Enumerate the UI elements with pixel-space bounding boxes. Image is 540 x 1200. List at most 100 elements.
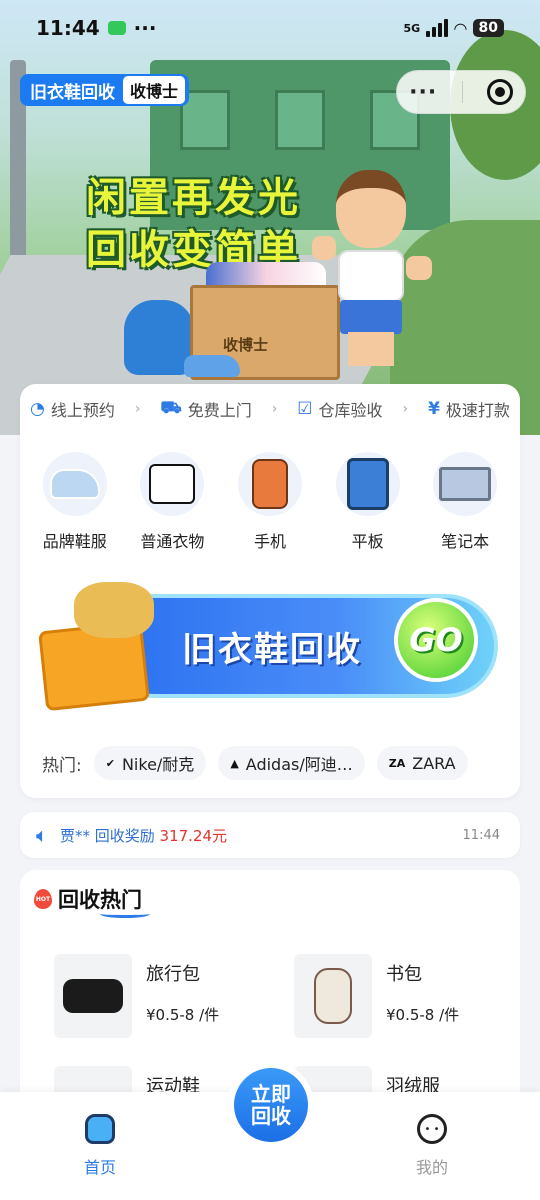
wifi-icon: ◠ [454, 18, 467, 38]
step-fast-payment: ¥ 极速打款 [428, 397, 510, 421]
mascot-head [336, 170, 406, 248]
mascot-arm [406, 256, 432, 280]
capsule-divider [461, 81, 463, 103]
category-brand-shoes[interactable]: 品牌鞋服 [28, 452, 122, 552]
main-card: ◔ 线上预约 › ⛟ 免费上门 › ☑ 仓库验收 › ¥ 极速打款 品牌鞋服 普… [20, 384, 520, 798]
tab-mine[interactable]: • • 我的 [382, 1114, 482, 1178]
signal-icon [426, 19, 449, 37]
category-row: 品牌鞋服 普通衣物 手机 平板 笔记本 [20, 452, 520, 552]
backpack-image [294, 954, 372, 1038]
app-name: 旧衣鞋回收 [30, 82, 115, 103]
sneaker-icon [42, 452, 107, 516]
status-time: 11:44 [36, 16, 100, 40]
brand-chip-label: ZARA [412, 753, 456, 773]
step-label: 线上预约 [50, 401, 115, 420]
status-bar: 11:44 ··· 5G ◠ 80 [0, 0, 540, 56]
brand-chip-nike[interactable]: ✔ Nike/耐克 [93, 746, 207, 780]
profile-face-icon: • • [417, 1114, 447, 1144]
brand-chip-label: Nike/耐克 [121, 755, 195, 774]
section-title: 回收热门 [58, 884, 150, 918]
hero-banner: 闲置再发光 回收变简单 收博士 [0, 0, 540, 435]
hot-item-travel-bag[interactable]: 旅行包 ¥0.5-8 /件 [54, 954, 274, 1040]
tab-label: 首页 [83, 1158, 116, 1177]
recycle-promo-banner[interactable]: 旧衣鞋回收 GO [38, 576, 498, 712]
fire-icon: HOT [34, 889, 52, 909]
go-button[interactable]: GO [394, 598, 478, 682]
mascot-shorts [340, 300, 402, 334]
chevron-right-icon: › [271, 401, 278, 417]
brand-chip-zara[interactable]: ZA ZARA [376, 746, 468, 780]
check-icon: ☑ [297, 399, 313, 419]
notice-amount: 317.24 [159, 826, 213, 845]
window-decoration [275, 90, 325, 150]
more-icon[interactable]: ··· [409, 80, 437, 105]
category-label: 平板 [351, 532, 384, 551]
step-free-pickup: ⛟ 免费上门 [160, 397, 251, 421]
item-name: 旅行包 [146, 964, 200, 985]
mascot-legs [348, 332, 394, 366]
step-label: 极速打款 [445, 401, 510, 420]
tablet-icon [335, 452, 400, 516]
chevron-right-icon: › [134, 401, 141, 417]
close-miniprogram-icon[interactable] [486, 79, 513, 105]
section-header: HOT 回收热门 [34, 884, 150, 918]
step-label: 免费上门 [187, 401, 252, 420]
category-label: 品牌鞋服 [42, 532, 107, 551]
recycle-now-button[interactable]: 立即回收 [228, 1062, 314, 1148]
brand-chip-label: Adidas/阿迪… [245, 755, 353, 774]
step-warehouse-check: ☑ 仓库验收 [297, 397, 382, 421]
recycle-now-label: 立即回收 [234, 1068, 308, 1142]
category-tablet[interactable]: 平板 [321, 452, 415, 552]
item-price: ¥0.5-8 /件 [386, 1006, 460, 1024]
mascot-boy-illustration [312, 170, 432, 380]
home-icon [85, 1114, 115, 1144]
notice-time: 11:44 [462, 827, 500, 843]
hot-item-school-bag[interactable]: 书包 ¥0.5-8 /件 [294, 954, 514, 1040]
hero-slogan: 闲置再发光 回收变简单 [86, 172, 301, 276]
item-price: ¥0.5-8 /件 [146, 1006, 220, 1024]
brand-chip-adidas[interactable]: ▲ Adidas/阿迪… [218, 746, 365, 780]
notice-suffix: 元 [212, 826, 228, 845]
battery-icon: 80 [472, 19, 504, 37]
status-dots: ··· [133, 16, 157, 40]
message-icon [107, 21, 126, 35]
adidas-logo-icon: ▲ [230, 756, 239, 770]
mascot-body [338, 250, 404, 302]
category-label: 手机 [253, 532, 286, 551]
mascot-arm [312, 236, 336, 260]
process-steps: ◔ 线上预约 › ⛟ 免费上门 › ☑ 仓库验收 › ¥ 极速打款 [20, 384, 520, 434]
yen-icon: ¥ [428, 399, 440, 419]
notice-message: 贾** 回收奖励 317.24元 [60, 825, 227, 846]
step-online-booking: ◔ 线上预约 [30, 397, 115, 421]
nike-logo-icon: ✔ [105, 756, 115, 770]
truck-icon: ⛟ [160, 398, 182, 418]
zara-logo-icon: ZA [388, 756, 406, 770]
hot-brands-label: 热门: [42, 755, 82, 776]
category-label: 普通衣物 [140, 532, 205, 551]
network-label: 5G [403, 21, 421, 35]
brand-tag: 收博士 [123, 76, 186, 104]
box-label: 收博士 [223, 336, 269, 354]
brand-pill: 旧衣鞋回收 收博士 [20, 74, 190, 106]
category-laptop[interactable]: 笔记本 [418, 452, 512, 552]
category-phone[interactable]: 手机 [223, 452, 317, 552]
category-label: 笔记本 [441, 532, 490, 551]
tab-label: 我的 [415, 1158, 448, 1177]
phone-icon [237, 452, 302, 516]
notice-prefix: 贾** 回收奖励 [60, 826, 160, 845]
miniprogram-capsule: ··· [396, 70, 526, 114]
chevron-right-icon: › [402, 401, 409, 417]
items-illustration [74, 582, 154, 638]
reward-notice-bar: 🔈︎ 贾** 回收奖励 317.24元 11:44 [20, 812, 520, 858]
travel-bag-image [54, 954, 132, 1038]
tab-home[interactable]: 首页 [50, 1114, 150, 1178]
banner-title: 旧衣鞋回收 [182, 630, 362, 670]
hero-slogan-line1: 闲置再发光 [86, 175, 301, 221]
item-name: 书包 [386, 964, 422, 985]
status-right: 5G ◠ 80 [404, 19, 504, 38]
step-label: 仓库验收 [318, 401, 383, 420]
category-clothes[interactable]: 普通衣物 [125, 452, 219, 552]
speaker-icon: 🔈︎ [36, 823, 48, 847]
clock-icon: ◔ [30, 399, 45, 419]
shoe-illustration [184, 355, 240, 377]
